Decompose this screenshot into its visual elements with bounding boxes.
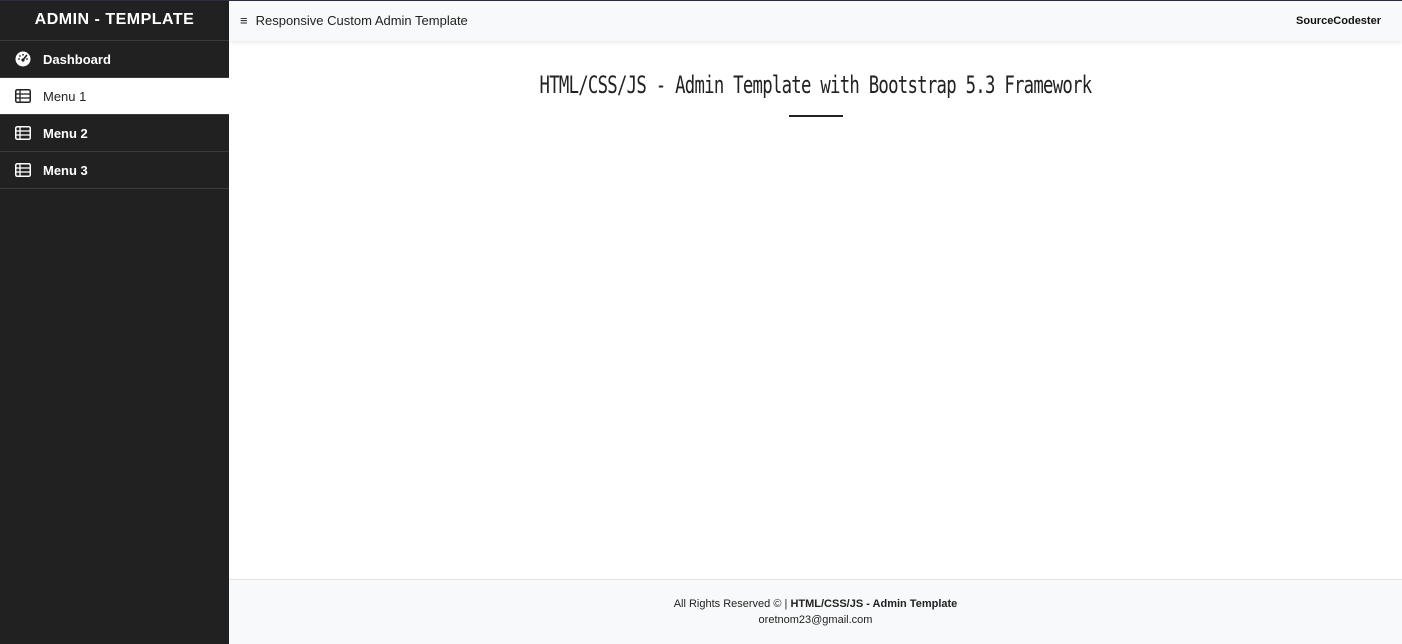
brand-title: ADMIN - TEMPLATE — [0, 0, 229, 41]
window-top-border — [0, 0, 1402, 1]
title-divider — [788, 115, 843, 118]
topbar-left: ≡ Responsive Custom Admin Template — [240, 13, 468, 28]
sidebar-item-label: Dashboard — [43, 51, 111, 67]
sidebar-item-label: Menu 2 — [43, 125, 88, 141]
sidebar-item-menu-1[interactable]: Menu 1 — [0, 78, 229, 115]
sidebar-menu: Dashboard Menu 1 Menu 2 Menu 3 — [0, 41, 229, 189]
sidebar-item-label: Menu 1 — [43, 88, 87, 104]
sidebar-item-menu-3[interactable]: Menu 3 — [0, 152, 229, 189]
sidebar-item-dashboard[interactable]: Dashboard — [0, 41, 229, 78]
topbar-user-label[interactable]: SourceCodester — [1296, 15, 1381, 27]
table-list-icon — [14, 125, 31, 142]
page-title: HTML/CSS/JS - Admin Template with Bootst… — [539, 71, 1093, 99]
main-content: HTML/CSS/JS - Admin Template with Bootst… — [229, 41, 1402, 579]
footer-rights: All Rights Reserved © | HTML/CSS/JS - Ad… — [674, 596, 958, 612]
sidebar-item-menu-2[interactable]: Menu 2 — [0, 115, 229, 152]
footer: All Rights Reserved © | HTML/CSS/JS - Ad… — [229, 579, 1402, 644]
topbar-title: Responsive Custom Admin Template — [255, 13, 468, 28]
footer-rights-prefix: All Rights Reserved © | — [673, 598, 788, 610]
topbar: ≡ Responsive Custom Admin Template Sourc… — [229, 0, 1402, 41]
footer-email: oretnom23@gmail.com — [758, 614, 873, 626]
sidebar: ADMIN - TEMPLATE Dashboard Menu 1 Menu 2… — [0, 0, 229, 644]
table-list-icon — [14, 88, 31, 105]
sidebar-item-label: Menu 3 — [43, 162, 88, 178]
table-list-icon — [14, 162, 31, 179]
hamburger-menu-icon[interactable]: ≡ — [240, 13, 248, 28]
dashboard-gauge-icon — [14, 51, 31, 68]
footer-rights-title: HTML/CSS/JS - Admin Template — [790, 598, 958, 610]
